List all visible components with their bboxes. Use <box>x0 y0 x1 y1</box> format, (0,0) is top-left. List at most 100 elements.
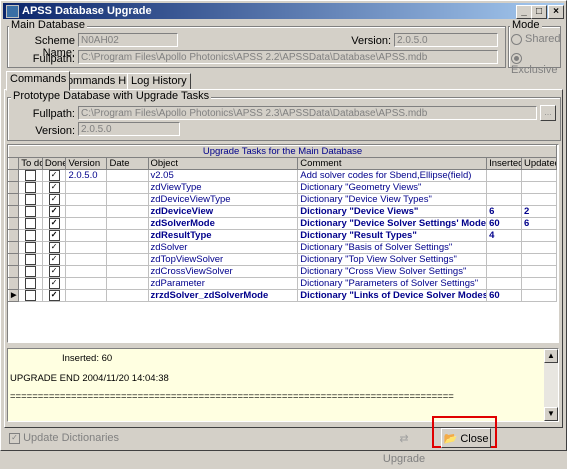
comment-cell: Dictionary "Parameters of Solver Setting… <box>297 277 488 291</box>
inserted-cell: 60 <box>486 217 522 231</box>
table-row[interactable]: ▶ ✓ zrzdSolver_zdSolverMode Dictionary "Lin… <box>8 289 558 303</box>
version-cell <box>65 277 108 291</box>
todo-cell <box>18 168 43 183</box>
updated-cell <box>520 277 558 291</box>
checkbox-icon[interactable] <box>25 230 37 241</box>
todo-cell <box>18 253 43 267</box>
version-cell <box>65 193 108 207</box>
upgrade-button[interactable]: ⇄ Upgrade <box>378 428 430 465</box>
done-cell: ✓ <box>41 277 67 291</box>
todo-cell <box>18 181 43 195</box>
checkbox-icon[interactable] <box>25 254 37 265</box>
checkbox-icon[interactable] <box>25 242 37 253</box>
checkbox-icon[interactable] <box>25 266 37 277</box>
column-header[interactable]: Comment <box>297 157 488 170</box>
scroll-down-icon[interactable]: ▼ <box>544 407 558 421</box>
checkbox-icon[interactable] <box>25 206 37 217</box>
row-indicator <box>8 168 20 183</box>
checkbox-icon[interactable] <box>25 170 37 181</box>
table-row[interactable]: ✓ zdSolverMode Dictionary "Device Solver S… <box>8 217 558 231</box>
log-scrollbar[interactable]: ▲ ▼ <box>544 349 558 421</box>
close-icon[interactable]: × <box>548 5 564 19</box>
column-header[interactable]: To do <box>18 157 43 170</box>
checkbox-checked-icon[interactable]: ✓ <box>48 278 60 289</box>
proto-version-field[interactable]: 2.0.5.0 <box>78 122 180 136</box>
updated-cell <box>520 181 558 195</box>
main-fullpath-field[interactable]: C:\Program Files\Apollo Photonics\APSS 2… <box>78 50 498 64</box>
table-row[interactable]: ✓ 2.0.5.0 v2.05 Add solver codes for Sbend,… <box>8 168 558 183</box>
exclusive-radio[interactable]: Exclusive <box>511 52 566 76</box>
date-cell <box>106 193 149 207</box>
main-version-field[interactable]: 2.0.5.0 <box>394 33 498 47</box>
object-cell: zdDeviceViewType <box>147 193 299 207</box>
column-header[interactable]: Updated <box>520 157 558 170</box>
mode-label: Mode <box>510 19 542 31</box>
checkbox-checked-icon[interactable]: ✓ <box>48 242 60 253</box>
todo-cell <box>18 277 43 291</box>
checkbox-checked-icon[interactable]: ✓ <box>48 218 60 229</box>
checkbox-icon[interactable] <box>25 182 37 193</box>
checkbox-checked-icon[interactable]: ✓ <box>48 182 60 193</box>
table-row[interactable]: ✓ zdViewType Dictionary "Geometry Views" <box>8 181 558 195</box>
fullpath-label: Fullpath: <box>32 53 75 65</box>
column-header[interactable]: Date <box>106 157 149 170</box>
checkbox-checked-icon[interactable]: ✓ <box>48 290 60 301</box>
upgrade-tasks-grid[interactable]: Upgrade Tasks for the Main Database To d… <box>7 144 559 343</box>
table-row[interactable]: ✓ zdSolver Dictionary "Basis of Solver Set… <box>8 241 558 255</box>
proto-fullpath-field[interactable]: C:\Program Files\Apollo Photonics\APSS 2… <box>78 106 537 120</box>
checkbox-checked-icon[interactable]: ✓ <box>48 266 60 277</box>
object-cell: zrzdSolver_zdSolverMode <box>147 289 299 303</box>
comment-cell: Dictionary "Device View Types" <box>297 193 488 207</box>
row-indicator <box>8 229 20 243</box>
table-row[interactable]: ✓ zdDeviceView Dictionary "Device Views" 6 2 <box>8 205 558 219</box>
checkbox-icon[interactable] <box>25 290 37 301</box>
title-bar[interactable]: APSS Database Upgrade _ □ × <box>3 3 564 19</box>
log-output[interactable]: Inserted: 60 UPGRADE END 2004/11/20 14:0… <box>7 348 559 422</box>
checkbox-icon[interactable] <box>25 218 37 229</box>
row-indicator-header <box>8 157 20 170</box>
checkbox-checked-icon[interactable]: ✓ <box>48 194 60 205</box>
log-line-upgrade-end: UPGRADE END 2004/11/20 14:04:38 <box>10 373 169 384</box>
maximize-icon[interactable]: □ <box>531 5 547 19</box>
checkbox-checked-icon[interactable]: ✓ <box>48 230 60 241</box>
inserted-cell <box>486 277 522 291</box>
checkbox-checked-icon[interactable]: ✓ <box>48 254 60 265</box>
updated-cell <box>520 193 558 207</box>
done-cell: ✓ <box>41 241 67 255</box>
scroll-up-icon[interactable]: ▲ <box>544 349 558 363</box>
table-row[interactable]: ✓ zdResultType Dictionary "Result Types" 4 <box>8 229 558 243</box>
updated-cell <box>520 253 558 267</box>
close-button[interactable]: 📂 Close <box>441 428 491 448</box>
todo-cell <box>18 289 43 303</box>
row-indicator <box>8 277 20 291</box>
date-cell <box>106 229 149 243</box>
row-indicator <box>8 205 20 219</box>
done-cell: ✓ <box>41 217 67 231</box>
folder-open-icon: 📂 <box>443 433 458 445</box>
table-row[interactable]: ✓ zdParameter Dictionary "Parameters of So… <box>8 277 558 291</box>
checkbox-checked-icon[interactable]: ✓ <box>48 170 60 181</box>
checkbox-icon[interactable] <box>25 278 37 289</box>
table-row[interactable]: ✓ zdTopViewSolver Dictionary "Top View Sol… <box>8 253 558 267</box>
table-row[interactable]: ✓ zdDeviceViewType Dictionary "Device View… <box>8 193 558 207</box>
column-header[interactable]: Version <box>65 157 108 170</box>
row-indicator <box>8 181 20 195</box>
column-header[interactable]: Inserted <box>486 157 522 170</box>
browse-icon[interactable]: … <box>540 105 556 121</box>
shared-radio[interactable]: Shared <box>511 33 560 45</box>
object-cell: zdSolverMode <box>147 217 299 231</box>
version-cell <box>65 253 108 267</box>
scheme-name-field[interactable]: N0AH02 <box>78 33 178 47</box>
tab-commands[interactable]: Commands <box>6 71 71 91</box>
checkbox-icon[interactable] <box>25 194 37 205</box>
upgrade-icon: ⇄ <box>399 433 409 445</box>
table-row[interactable]: ✓ zdCrossViewSolver Dictionary "Cross View… <box>8 265 558 279</box>
radio-selected-icon <box>511 52 522 64</box>
todo-cell <box>18 205 43 219</box>
minimize-icon[interactable]: _ <box>516 5 532 19</box>
version-cell <box>65 241 108 255</box>
checkbox-checked-icon[interactable]: ✓ <box>48 206 60 217</box>
column-header[interactable]: Done <box>41 157 67 170</box>
column-header[interactable]: Object <box>147 157 299 170</box>
update-dictionaries-checkbox[interactable]: ✓ Update Dictionaries <box>9 432 119 444</box>
